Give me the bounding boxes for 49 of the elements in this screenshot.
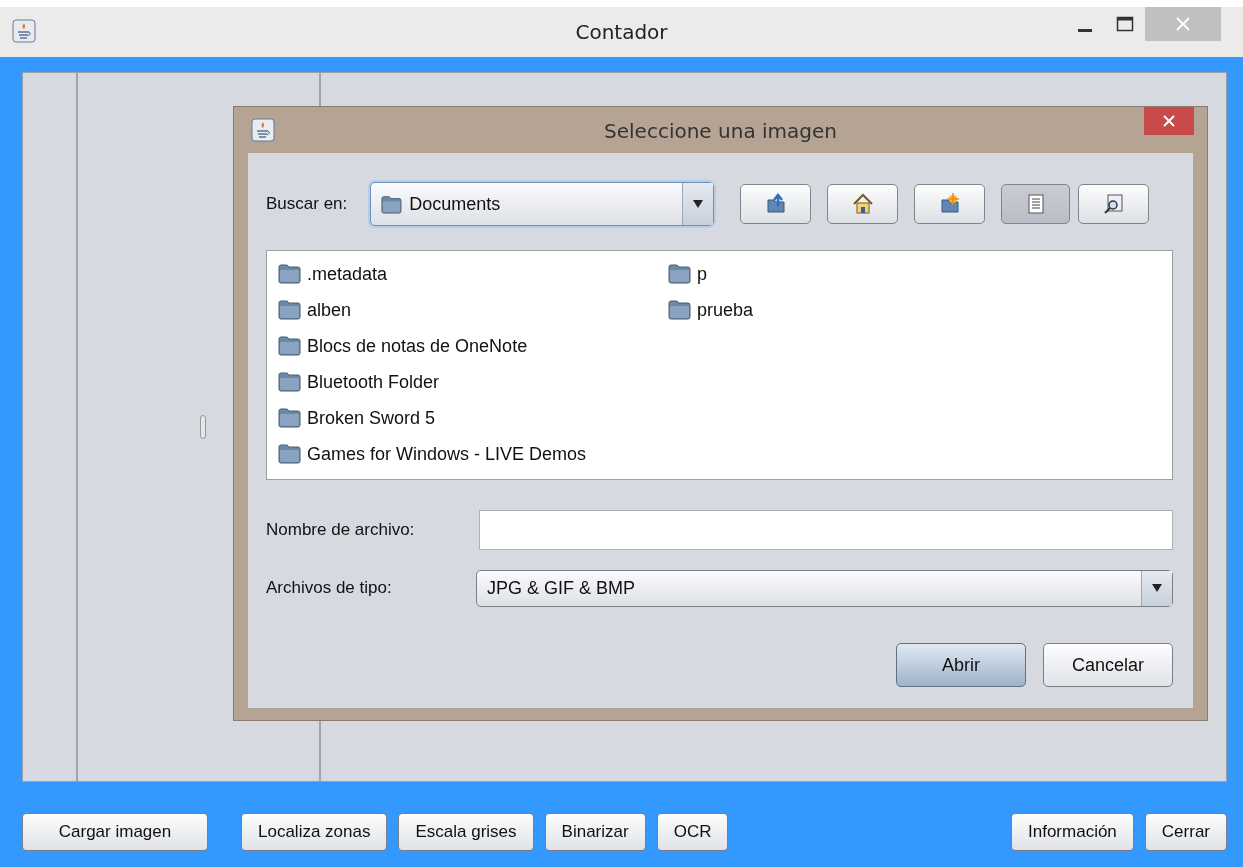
action-button[interactable]: Información xyxy=(1011,813,1134,851)
dialog-button[interactable]: Cancelar xyxy=(1043,643,1173,687)
close-icon xyxy=(1176,17,1190,31)
toolbar-button[interactable] xyxy=(1001,184,1071,224)
folder-icon xyxy=(277,298,303,322)
folder-icon xyxy=(379,194,404,214)
action-button[interactable]: Cargar imagen xyxy=(22,813,208,851)
folder-icon xyxy=(277,262,303,286)
file-item[interactable]: Bluetooth Folder xyxy=(307,371,440,393)
file-type-dropdown[interactable]: JPG & GIF & BMP xyxy=(476,569,1173,607)
folder-icon xyxy=(277,370,303,394)
look-in-label: Buscar en: xyxy=(266,194,348,214)
file-item[interactable]: p xyxy=(697,263,707,285)
file-item[interactable]: Games for Windows - LIVE Demos xyxy=(307,443,587,465)
toolbar-button[interactable] xyxy=(827,184,899,224)
dialog-button[interactable]: Abrir xyxy=(896,643,1026,687)
close-icon xyxy=(1162,114,1176,128)
action-button[interactable]: Localiza zonas xyxy=(241,813,388,851)
dropdown-arrow-icon xyxy=(692,199,705,209)
action-button[interactable]: Cerrar xyxy=(1144,813,1227,851)
close-button[interactable] xyxy=(1144,107,1194,135)
maximize-icon xyxy=(1116,16,1134,32)
toolbar-button[interactable] xyxy=(1078,184,1150,224)
toolbar-button[interactable] xyxy=(914,184,986,224)
file-item[interactable]: prueba xyxy=(697,299,754,321)
folder-icon xyxy=(667,298,693,322)
file-name-label: Nombre de archivo: xyxy=(266,520,415,540)
toolbar-button[interactable] xyxy=(740,184,812,224)
dialog-title: Seleccione una imagen xyxy=(604,119,837,143)
file-item[interactable]: Blocs de notas de OneNote xyxy=(307,335,528,357)
file-item[interactable]: alben xyxy=(307,299,352,321)
file-item[interactable]: .metadata xyxy=(307,263,388,285)
folder-icon xyxy=(667,262,693,286)
window-title: Contador xyxy=(575,20,668,44)
folder-icon xyxy=(277,406,303,430)
file-type-label: Archivos de tipo: xyxy=(266,578,392,598)
file-name-field[interactable] xyxy=(479,510,1173,550)
folder-icon xyxy=(277,334,303,358)
split-handle[interactable] xyxy=(200,415,206,439)
look-in-dropdown[interactable]: Documents xyxy=(370,182,715,226)
minimize-icon xyxy=(1078,29,1092,32)
java-cup-icon[interactable] xyxy=(12,19,38,45)
file-item[interactable]: Broken Sword 5 xyxy=(307,407,436,429)
action-button[interactable]: OCR xyxy=(656,813,729,851)
dropdown-arrow-icon xyxy=(1151,583,1163,593)
action-button[interactable]: Binarizar xyxy=(544,813,646,851)
folder-icon xyxy=(277,442,303,466)
java-cup-icon[interactable] xyxy=(251,118,275,142)
action-button[interactable]: Escala grises xyxy=(398,813,534,851)
